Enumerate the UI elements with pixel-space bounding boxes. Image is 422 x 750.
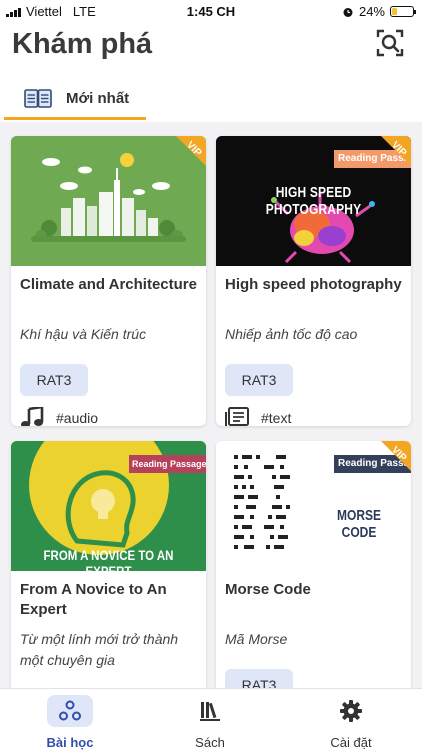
tab-newest[interactable]: Mới nhất bbox=[4, 80, 146, 120]
vip-ribbon: VIP bbox=[381, 136, 411, 166]
nav-settings[interactable]: Cài đặt bbox=[301, 695, 401, 750]
thumb-title: HIGH SPEED PHOTOGRAPHY bbox=[265, 184, 362, 218]
battery-percent: 24% bbox=[358, 4, 385, 19]
article-icon bbox=[225, 407, 249, 426]
lessons-icon bbox=[59, 700, 81, 721]
lesson-card-morse[interactable]: Reading Passa MORSE CODE VIP Morse Code … bbox=[216, 441, 411, 688]
battery-icon bbox=[390, 6, 416, 17]
lesson-title: High speed photography bbox=[225, 276, 402, 293]
thumb-ribbon: Reading Passage 2 bbox=[129, 455, 206, 473]
vip-ribbon: VIP bbox=[176, 136, 206, 166]
lesson-title: Morse Code bbox=[225, 581, 311, 598]
lesson-grid[interactable]: VIP Climate and Architecture Khí hậu và … bbox=[0, 122, 422, 688]
category-tabs: Mới nhất bbox=[0, 72, 422, 122]
thumb-title: MORSE CODE bbox=[336, 507, 381, 541]
level-badge: RAT3 bbox=[225, 669, 293, 688]
thumb-title: FROM A NOVICE TO AN EXPERT bbox=[43, 547, 174, 571]
lesson-tag: #text bbox=[225, 407, 291, 426]
lesson-tag-label: #audio bbox=[56, 410, 99, 426]
library-icon bbox=[200, 702, 220, 721]
gear-icon bbox=[340, 700, 362, 722]
alarm-icon bbox=[343, 7, 353, 17]
nav-books[interactable]: Sách bbox=[160, 695, 260, 750]
lesson-title: Climate and Architecture bbox=[20, 276, 197, 293]
nav-lessons-label: Bài học bbox=[46, 735, 94, 750]
tab-newest-label: Mới nhất bbox=[66, 90, 130, 107]
lesson-subtitle: Mã Morse bbox=[225, 631, 288, 647]
book-icon bbox=[24, 88, 52, 108]
lesson-subtitle: Nhiếp ảnh tốc độ cao bbox=[225, 326, 358, 342]
nav-lessons[interactable]: Bài học bbox=[20, 695, 120, 750]
level-badge: RAT3 bbox=[225, 364, 293, 396]
page-title: Khám phá bbox=[12, 28, 153, 60]
vip-ribbon: VIP bbox=[381, 441, 411, 471]
lesson-thumbnail: Reading Passage 2 FROM A NOVICE TO AN EX… bbox=[11, 441, 206, 571]
lesson-card-climate[interactable]: VIP Climate and Architecture Khí hậu và … bbox=[11, 136, 206, 426]
lesson-tag: #audio bbox=[20, 407, 98, 426]
lesson-card-novice-expert[interactable]: Reading Passage 2 FROM A NOVICE TO AN EX… bbox=[11, 441, 206, 688]
status-bar: Viettel LTE 1:45 CH 24% bbox=[0, 0, 422, 24]
level-badge: RAT3 bbox=[20, 364, 88, 396]
bottom-navigation: Bài học Sách Cài đặt bbox=[0, 688, 422, 750]
lesson-tag-label: #text bbox=[261, 410, 292, 426]
app-header: Khám phá bbox=[0, 24, 422, 72]
search-scan-icon[interactable] bbox=[376, 29, 404, 57]
lesson-title: From A Novice to An Expert bbox=[20, 581, 167, 618]
music-note-icon bbox=[21, 407, 44, 426]
lesson-subtitle: Khí hậu và Kiến trúc bbox=[20, 326, 147, 342]
nav-settings-label: Cài đặt bbox=[330, 735, 372, 750]
nav-books-label: Sách bbox=[195, 735, 225, 750]
lesson-card-high-speed[interactable]: Reading Passa HIGH SPEED PHOTOGRAPHY VIP… bbox=[216, 136, 411, 426]
lesson-subtitle: Từ một lính mới trở thành một chuyên gia bbox=[20, 631, 179, 668]
